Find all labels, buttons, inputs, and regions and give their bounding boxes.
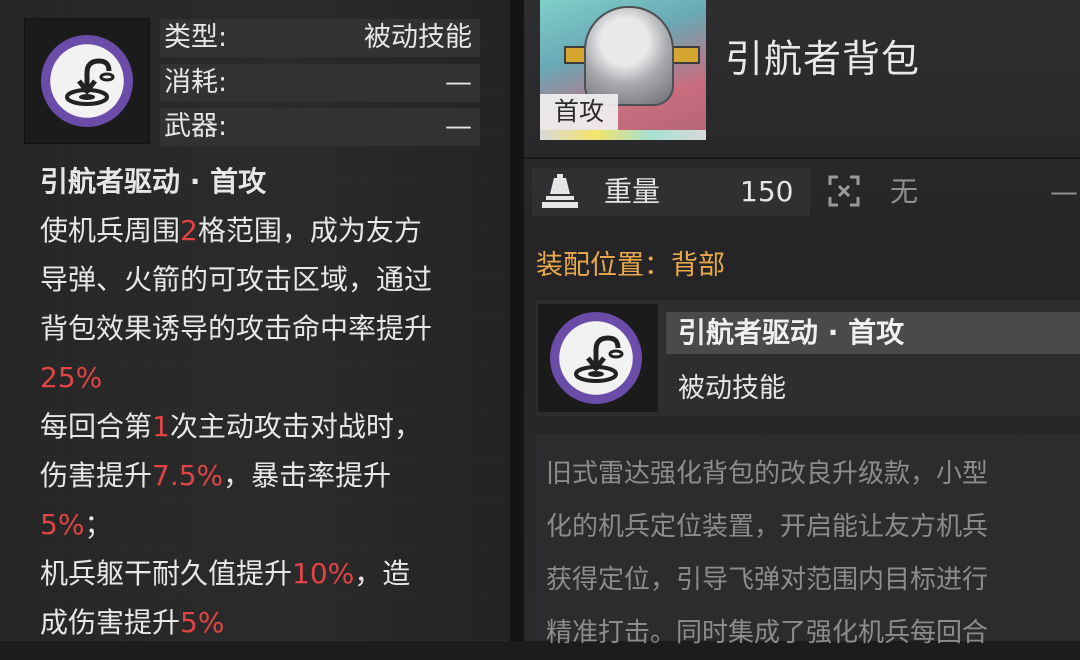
item-thumbnail: 首攻 (540, 0, 706, 140)
highlight-value: 7.5% (152, 459, 224, 492)
desc-line: 获得定位，引导飞弹对范围内目标进行 (546, 565, 989, 595)
highlight-value: 10% (292, 557, 355, 590)
desc-text: 次主动攻击对战时， (169, 410, 422, 443)
equip-position: 装配位置：背部 (536, 250, 725, 281)
desc-line: 导弹、火箭的可攻击区域，通过 (40, 255, 490, 304)
desc-text: 导弹、火箭的可攻击区域，通过 (40, 263, 433, 296)
desc-line: 化的机兵定位装置，开启能让友方机兵 (546, 512, 989, 542)
stat-value: — (445, 67, 472, 98)
stat-row-type: 类型: 被动技能 (160, 19, 480, 57)
pilot-drive-skill-icon (41, 35, 133, 127)
weight-icon (542, 174, 578, 208)
stat-row-cost: 消耗: — (160, 64, 480, 102)
thumb-tag: 首攻 (540, 94, 618, 130)
panel-divider (510, 0, 524, 641)
desc-text: 每回合第 (40, 410, 153, 443)
skill-card-icon-frame (538, 304, 658, 412)
desc-text: 格范围，成为友方 (197, 214, 422, 247)
desc-text: 背包效果诱导的攻击命中率提升 (40, 312, 433, 345)
desc-text: 成伤害提升 (40, 606, 181, 639)
stat-label: 消耗: (164, 67, 228, 98)
stat-label: 类型: (164, 22, 228, 53)
skill-card-name: 引航者驱动 · 首攻 (666, 312, 1080, 354)
skill-card-type: 被动技能 (678, 373, 786, 404)
desc-text: 使机兵周围 (40, 214, 181, 247)
desc-text: 机兵躯干耐久值提升 (40, 557, 293, 590)
weight-value: 150 (740, 175, 794, 208)
desc-text: 伤害提升 (40, 459, 153, 492)
desc-line: 使机兵周围2格范围，成为友方 (40, 206, 490, 255)
desc-text: ； (84, 508, 113, 541)
stat-value: 被动技能 (364, 22, 472, 53)
highlight-value: 5% (40, 508, 85, 541)
desc-line: 成伤害提升5% (40, 598, 490, 647)
ammo-dash: — (1050, 175, 1078, 208)
desc-line: 25% (40, 353, 490, 402)
item-name: 引航者背包 (725, 37, 921, 81)
desc-line: 精准打击。同时集成了强化机兵每回合 (546, 618, 989, 648)
desc-line: 机兵躯干耐久值提升10%，造 (40, 549, 490, 598)
stat-row-weapon: 武器: — (160, 108, 480, 146)
highlight-value: 5% (180, 606, 225, 639)
header-separator (524, 157, 1080, 159)
desc-line: 伤害提升7.5%，暴击率提升 (40, 451, 490, 500)
skill-title: 引航者驱动 · 首攻 (40, 165, 267, 198)
highlight-value: 2 (180, 214, 198, 247)
ammo-value: 无 (890, 175, 919, 208)
weight-label: 重量 (604, 175, 661, 208)
pilot-drive-skill-icon (550, 312, 642, 404)
desc-line: 旧式雷达强化背包的改良升级款，小型 (546, 459, 989, 489)
ammo-crosshair-icon (828, 175, 860, 207)
desc-line: 背包效果诱导的攻击命中率提升 (40, 304, 490, 353)
highlight-value: 25% (40, 361, 103, 394)
highlight-value: 1 (152, 410, 170, 443)
desc-text: ，暴击率提升 (223, 459, 392, 492)
skill-description: 使机兵周围2格范围，成为友方导弹、火箭的可攻击区域，通过 背包效果诱导的攻击命中率… (40, 206, 490, 647)
skill-icon-frame (24, 18, 150, 144)
desc-line: 5%； (40, 500, 490, 549)
radar-backpack-image (584, 6, 674, 106)
desc-text: ，造 (354, 557, 411, 590)
stat-label: 武器: (164, 111, 228, 142)
rarity-strip (540, 130, 706, 140)
stat-value: — (445, 111, 472, 142)
desc-line: 每回合第1次主动攻击对战时， (40, 402, 490, 451)
item-description: 旧式雷达强化背包的改良升级款，小型 化的机兵定位装置，开启能让友方机兵 获得定位… (546, 448, 1066, 660)
